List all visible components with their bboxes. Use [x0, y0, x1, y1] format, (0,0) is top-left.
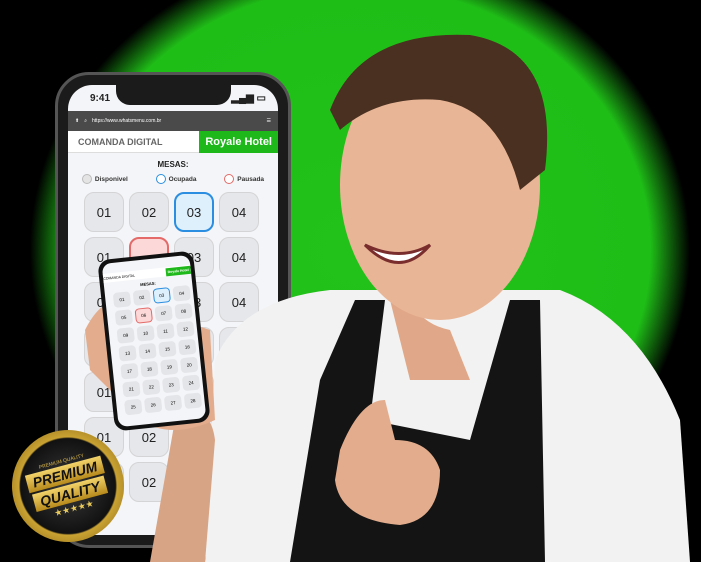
small-brand: Royale Hotel: [165, 265, 192, 276]
small-table-07[interactable]: 07: [154, 304, 173, 322]
small-table-15[interactable]: 15: [158, 340, 177, 358]
small-table-01[interactable]: 01: [112, 291, 132, 308]
small-table-14[interactable]: 14: [138, 342, 157, 360]
small-table-05[interactable]: 05: [114, 309, 134, 326]
small-table-28[interactable]: 28: [183, 392, 203, 410]
small-title: COMANDA DIGITAL: [102, 273, 136, 281]
small-table-19[interactable]: 19: [160, 358, 179, 376]
small-table-04[interactable]: 04: [172, 284, 191, 302]
arm: [150, 413, 215, 562]
small-table-08[interactable]: 08: [174, 302, 193, 320]
small-table-18[interactable]: 18: [140, 360, 159, 378]
small-phone-screen: COMANDA DIGITAL Royale Hotel MESAS: 01 02 0…: [101, 254, 207, 428]
small-phone: COMANDA DIGITAL Royale Hotel MESAS: 01 02 0…: [97, 250, 211, 432]
small-table-03[interactable]: 03: [152, 287, 172, 304]
small-table-12[interactable]: 12: [176, 320, 195, 338]
small-table-23[interactable]: 23: [161, 376, 181, 394]
small-table-10[interactable]: 10: [136, 324, 155, 342]
small-table-20[interactable]: 20: [179, 356, 199, 374]
small-table-06[interactable]: 06: [134, 307, 154, 324]
small-table-02[interactable]: 02: [132, 289, 152, 306]
small-table-17[interactable]: 17: [120, 362, 139, 380]
small-table-26[interactable]: 26: [143, 396, 163, 414]
small-table-13[interactable]: 13: [118, 344, 137, 362]
small-table-09[interactable]: 09: [116, 327, 135, 344]
small-table-21[interactable]: 21: [122, 380, 141, 398]
small-tables-grid: 01 02 03 04 05 06 07 08 09 10 11 12 13 14 15 16 17 18 19 20…: [104, 282, 205, 417]
small-table-25[interactable]: 25: [124, 398, 143, 416]
small-table-11[interactable]: 11: [156, 322, 175, 340]
small-table-16[interactable]: 16: [178, 338, 197, 356]
small-table-22[interactable]: 22: [142, 378, 161, 396]
small-table-24[interactable]: 24: [181, 374, 201, 392]
small-table-27[interactable]: 27: [163, 394, 183, 412]
